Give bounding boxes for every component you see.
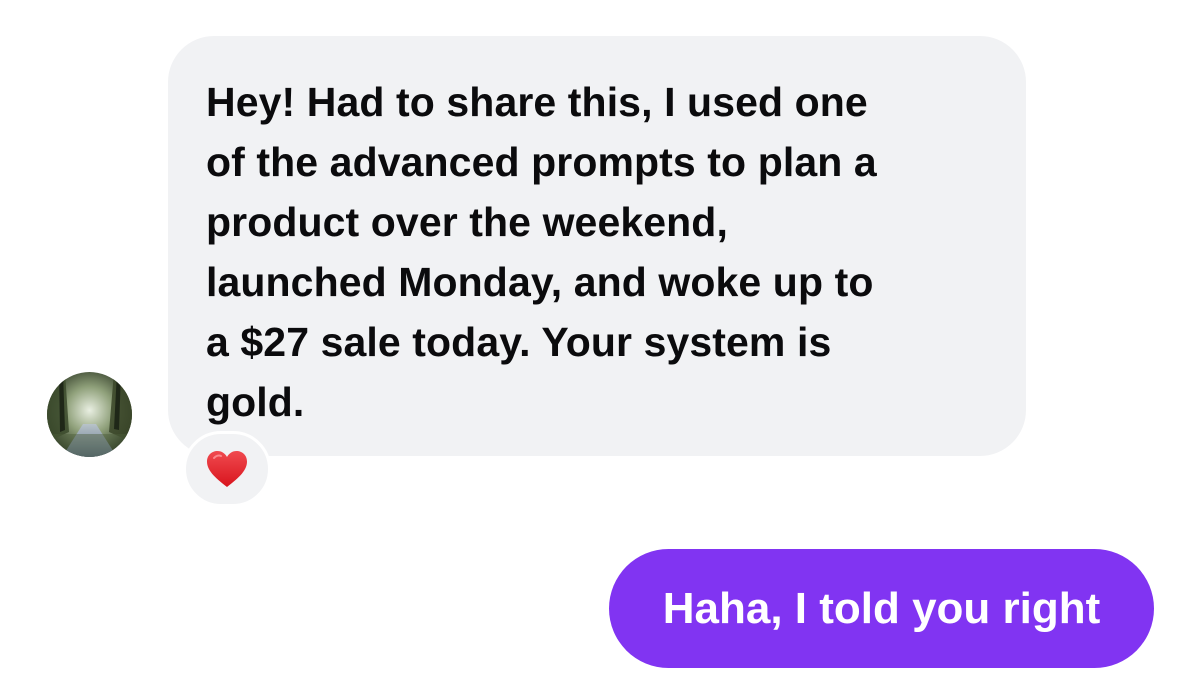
outgoing-message-bubble[interactable]: Haha, I told you right [609,549,1154,668]
message-reaction[interactable] [183,431,271,507]
contact-avatar[interactable] [47,372,132,457]
message-thread: Hey! Had to share this, I used one of th… [0,0,1179,690]
red-heart-icon [207,451,247,487]
forest-path-photo-icon [47,372,132,457]
incoming-message-bubble[interactable]: Hey! Had to share this, I used one of th… [168,36,1026,456]
